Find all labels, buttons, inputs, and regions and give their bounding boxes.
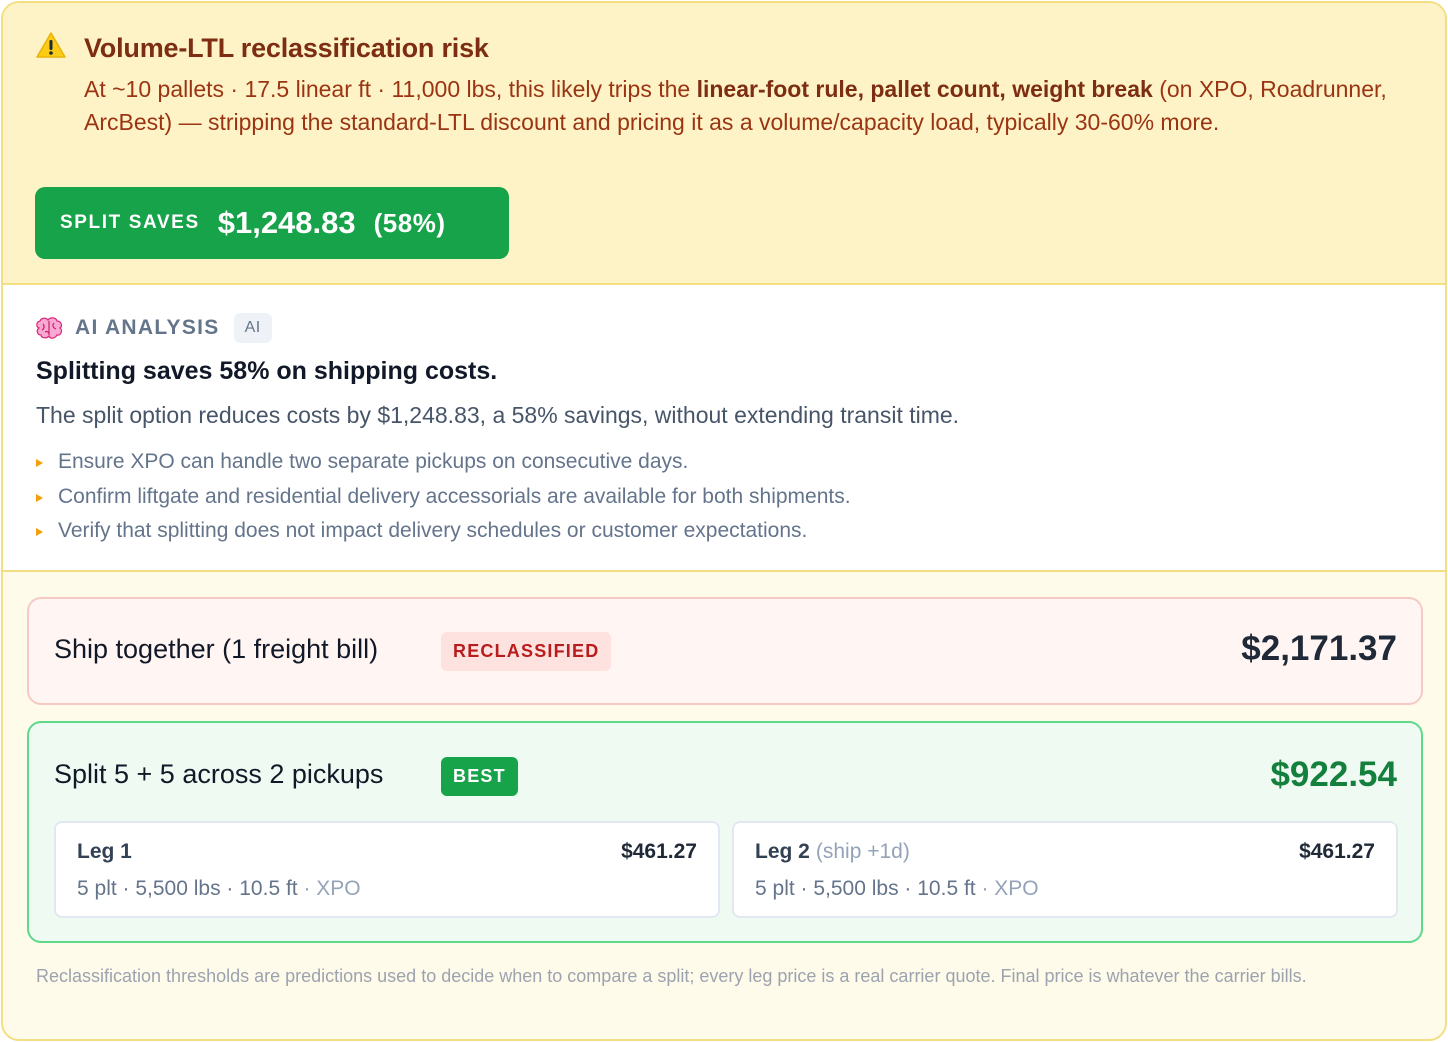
leg-specs: 5 plt · 5,500 lbs · 10.5 ft <box>755 877 976 900</box>
bullet-arrow-icon <box>36 459 43 468</box>
leg-price: $461.27 <box>621 840 697 863</box>
ai-badge: AI <box>233 313 272 343</box>
leg-card-2: Leg 2 (ship +1d) $461.27 5 plt · 5,500 lb… <box>732 821 1398 918</box>
ai-recommendations-list: Ensure XPO can handle two separate picku… <box>36 445 851 549</box>
leg-label: Leg 2 <box>755 840 810 863</box>
ai-analysis-section: AI ANALYSIS AI Splitting saves 58% on sh… <box>3 285 1445 572</box>
option-split-pickups[interactable]: Split 5 + 5 across 2 pickups BEST $922.5… <box>27 721 1423 943</box>
warning-triangle-icon <box>36 32 66 58</box>
bullet-arrow-icon <box>36 528 43 537</box>
ai-analysis-header: AI ANALYSIS AI <box>35 313 272 343</box>
leg-carrier: · XPO <box>297 877 361 900</box>
option-price: $922.54 <box>1270 755 1397 794</box>
leg-card-1: Leg 1 $461.27 5 plt · 5,500 lbs · 10.5 f… <box>54 821 720 918</box>
list-item-text: Verify that splitting does not impact de… <box>58 519 808 543</box>
savings-label: SPLIT SAVES <box>60 212 200 233</box>
reclassification-card: Volume-LTL reclassification risk At ~10 … <box>1 1 1447 1041</box>
list-item-text: Ensure XPO can handle two separate picku… <box>58 450 689 474</box>
option-title: Ship together (1 freight bill) <box>54 634 379 664</box>
best-badge: BEST <box>441 757 518 796</box>
leg-name: Leg 1 <box>77 840 132 864</box>
leg-specs: 5 plt · 5,500 lbs · 10.5 ft <box>77 877 298 900</box>
brain-icon <box>36 317 63 339</box>
ai-analysis-label: AI ANALYSIS <box>75 316 220 339</box>
leg-name: Leg 2 (ship +1d) <box>755 840 910 864</box>
leg-details: 5 plt · 5,500 lbs · 10.5 ft · XPO <box>755 877 1039 901</box>
warning-banner: Volume-LTL reclassification risk At ~10 … <box>3 3 1445 285</box>
bullet-arrow-icon <box>36 493 43 502</box>
leg-details: 5 plt · 5,500 lbs · 10.5 ft · XPO <box>77 877 361 901</box>
ai-summary: The split option reduces costs by $1,248… <box>36 402 960 428</box>
savings-amount: $1,248.83 <box>217 205 356 240</box>
split-savings-badge: SPLIT SAVES $1,248.83 (58%) <box>35 187 509 259</box>
warning-body-start: At ~10 pallets · 17.5 linear ft · 11,000… <box>84 76 697 102</box>
savings-percent: (58%) <box>373 207 446 238</box>
option-price: $2,171.37 <box>1241 629 1397 668</box>
leg-ship-note: (ship +1d) <box>815 840 910 863</box>
list-item: Verify that splitting does not impact de… <box>36 514 851 549</box>
ai-headline: Splitting saves 58% on shipping costs. <box>36 357 498 385</box>
option-ship-together[interactable]: Ship together (1 freight bill) RECLASSIF… <box>27 597 1423 705</box>
warning-body-bold: linear-foot rule, pallet count, weight b… <box>696 76 1153 102</box>
list-item: Confirm liftgate and residential deliver… <box>36 480 851 515</box>
option-title: Split 5 + 5 across 2 pickups <box>54 759 384 789</box>
footnote: Reclassification thresholds are predicti… <box>36 966 1307 986</box>
reclassified-badge: RECLASSIFIED <box>441 632 612 671</box>
leg-label: Leg 1 <box>77 840 132 863</box>
leg-price: $461.27 <box>1299 840 1375 863</box>
warning-title: Volume-LTL reclassification risk <box>84 33 489 63</box>
warning-body: At ~10 pallets · 17.5 linear ft · 11,000… <box>84 73 1404 139</box>
list-item-text: Confirm liftgate and residential deliver… <box>58 484 851 508</box>
list-item: Ensure XPO can handle two separate picku… <box>36 445 851 480</box>
leg-carrier: · XPO <box>975 877 1039 900</box>
